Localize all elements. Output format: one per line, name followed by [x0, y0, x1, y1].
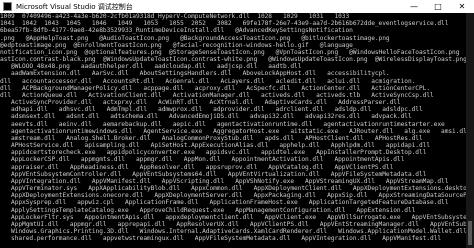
console-line: @WLOOO_48x48.png aadauthhelper.dll aadcl…: [0, 63, 302, 71]
console-line: AppxSysprep.dll appwiz.cpl ApplicationFr…: [0, 199, 449, 207]
console-line: 1009 07409496-a423-4a3e-b620-2cfb01a9318…: [0, 13, 350, 20]
console-line: AppXDeploymentExtensions.onecore.dll App…: [0, 192, 466, 200]
window-controls: — □ ✕: [402, 0, 474, 13]
console-line: 1041 1042 1043 1045 1046 1049 1053 1055 …: [0, 20, 449, 28]
console-line: AppVIntegration.dll AppVManifest.dll App…: [0, 177, 449, 185]
maximize-button[interactable]: □: [426, 0, 450, 13]
console-line: dll accountaccessor.dll AccountsRt.dll A…: [0, 77, 416, 85]
console-line: dll ActionQueue.dll ActivationClient.dll…: [0, 91, 434, 99]
console-line: aadWamExtension.dll AarSvc.dll AboutSett…: [0, 70, 390, 78]
console-line: astIcon.contrast-black.png @WindowsUpdat…: [0, 56, 466, 64]
console-line: shared.performance.dll appvetwstreamingu…: [0, 235, 442, 243]
console-line: aeevts.dll aeinv.dll aemarebackup.dll ae…: [0, 120, 445, 128]
console-line: AppMgmtUI.dll appmgr.dll apprepapi.dll A…: [11, 220, 466, 228]
console-line: AppVEntSubsystemController.dll AppVEntSu…: [0, 170, 427, 178]
console-line: .png @AppHelpToast.png @AudioToastIcon.p…: [0, 34, 390, 42]
minimize-button[interactable]: —: [402, 0, 426, 13]
console-line: adhapi.dll adhsvc.dll AdmTmpl.dll admwpr…: [0, 106, 423, 114]
console-line: ActiveSyncProvider.dll actxprxy.dll AcWi…: [0, 99, 401, 107]
vertical-scrollbar[interactable]: [466, 13, 474, 248]
console-line: AppLockerCSP.dll appmgmts.dll appmgr.dll…: [0, 156, 405, 164]
console-line: appraiser.dll AppReadiness.dll AppResolv…: [0, 163, 394, 171]
console-line: Windows.Graphics.Printing.3D.dll Windows…: [11, 228, 466, 236]
console-line: dll ACPBackgroundManagerPolicy.dll acppa…: [0, 84, 430, 92]
console-app-icon: [3, 2, 12, 11]
console-line: @edptoastimage.png @EnrollmentToastIcon.…: [0, 41, 357, 49]
console-line: amstream.dll Analog.Shell.Broker.dll Ana…: [0, 134, 423, 142]
console-line: agentactivationruntimewindows.dll AgentS…: [11, 127, 466, 135]
title-bar: Microsoft Visual Studio 调试控制台 — □ ✕: [0, 0, 474, 13]
close-button[interactable]: ✕: [450, 0, 474, 13]
console-output[interactable]: 1009 07409496-a423-4a3e-b620-2cfb01a9318…: [0, 13, 466, 248]
window-title: Microsoft Visual Studio 调试控制台: [16, 2, 133, 11]
console-line: APHostService.dll apisampling.dll ApiSet…: [0, 142, 430, 150]
console-line: AppVTerminator.sys AppXApplicabilityBlob…: [0, 185, 466, 193]
console-line: ApplySettingsTemplateCatalog.exe Approve…: [0, 206, 416, 214]
scrollbar-thumb[interactable]: [468, 221, 472, 245]
console-line: notification_icon.png @optionalfeatures.…: [0, 48, 460, 56]
console-line: 6bea57fb-8dfb-4177-9ae8-42e8b3529933_Run…: [0, 27, 353, 35]
console-line: appidcertstorecheck.exe appidpolicyconve…: [0, 149, 427, 157]
console-line: adsmsext.dll adsnt.dll adtschema.dll Adv…: [0, 113, 412, 121]
console-line: AppLockerFltr.sys AppointmentApis.dll ap…: [0, 213, 466, 221]
